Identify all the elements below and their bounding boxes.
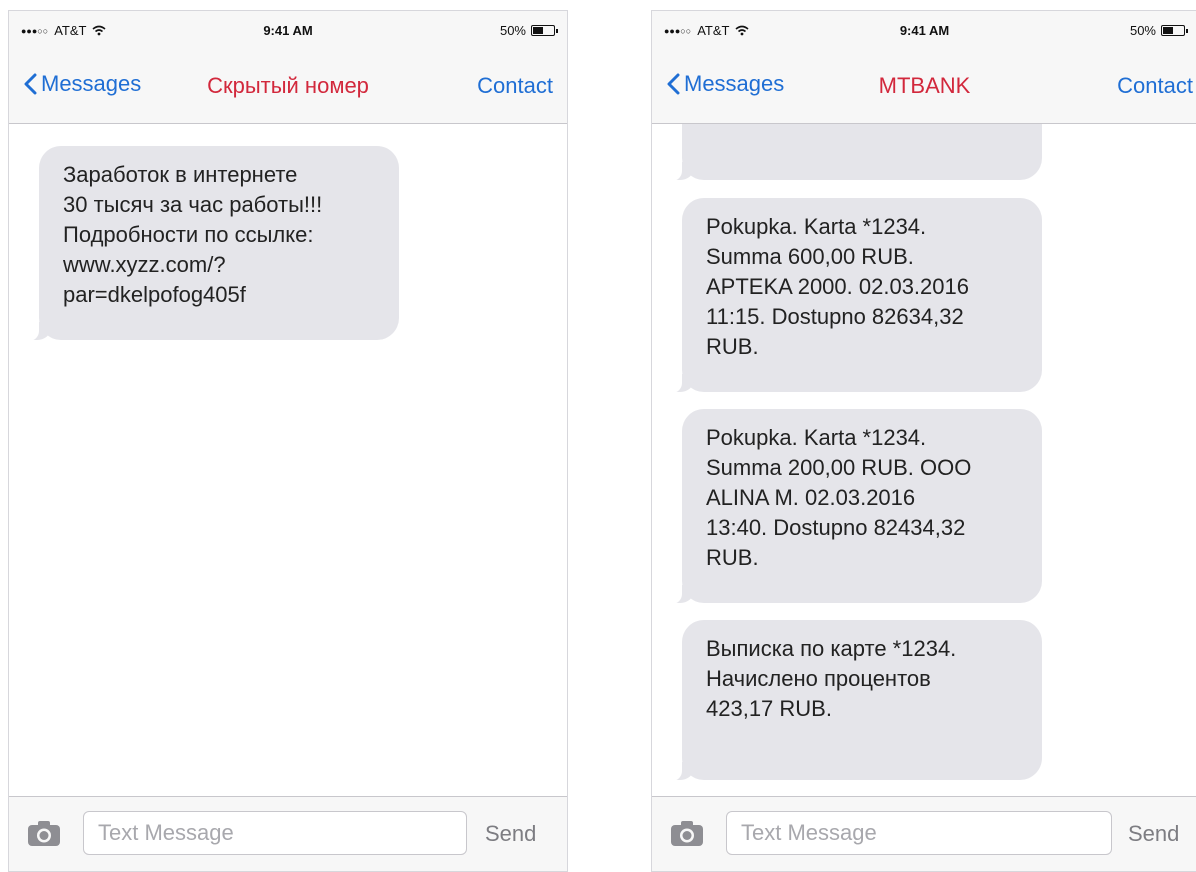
contact-button[interactable]: Contact	[1117, 73, 1193, 99]
message-bubble	[668, 124, 1042, 181]
message-bubble: Pokupka. Karta *1234. Summa 600,00 RUB. …	[668, 198, 1042, 393]
conversation-title: Скрытый номер	[207, 73, 369, 98]
carrier-label: AT&T	[697, 23, 730, 38]
battery-status: 50%	[1129, 23, 1188, 38]
wifi-icon	[92, 25, 106, 36]
status-bar: ●●●○○ AT&T 9:41 AM 50%	[9, 11, 567, 51]
chevron-left-icon	[667, 73, 680, 95]
message-input-bar: Send	[652, 796, 1196, 871]
carrier-label: AT&T	[54, 23, 87, 38]
back-button[interactable]: Messages	[666, 71, 784, 97]
camera-icon[interactable]	[27, 819, 61, 847]
message-thread[interactable]: Pokupka. Karta *1234. Summa 600,00 RUB. …	[652, 124, 1196, 797]
carrier-signal: ●●●○○ AT&T	[21, 23, 106, 38]
send-button[interactable]: Send	[1128, 821, 1179, 847]
back-label: Messages	[684, 71, 785, 96]
phone-screen-left: ●●●○○ AT&T 9:41 AM 50% Messages Скрытый …	[8, 10, 568, 872]
send-button[interactable]: Send	[485, 821, 536, 847]
back-button[interactable]: Messages	[23, 71, 141, 97]
message-input-bar: Send	[9, 796, 567, 871]
wifi-icon	[735, 25, 749, 36]
contact-button[interactable]: Contact	[477, 73, 553, 99]
battery-icon	[531, 25, 558, 36]
navigation-bar: Messages MTBANK Contact	[652, 51, 1196, 124]
battery-status: 50%	[499, 23, 558, 38]
message-bubble: Заработок в интернете 30 тысяч за час ра…	[25, 146, 399, 341]
back-label: Messages	[41, 71, 142, 96]
message-thread[interactable]: Заработок в интернете 30 тысяч за час ра…	[9, 124, 567, 797]
navigation-bar: Messages Скрытый номер Contact	[9, 51, 567, 124]
carrier-signal: ●●●○○ AT&T	[664, 23, 749, 38]
battery-icon	[1161, 25, 1188, 36]
text-message-input[interactable]	[83, 811, 467, 855]
clock: 9:41 AM	[263, 23, 313, 38]
message-bubble: Выписка по карте *1234. Начислено процен…	[668, 620, 1042, 781]
status-bar: ●●●○○ AT&T 9:41 AM 50%	[652, 11, 1196, 51]
conversation-title: MTBANK	[878, 73, 971, 98]
clock: 9:41 AM	[899, 23, 950, 38]
camera-icon[interactable]	[670, 819, 704, 847]
battery-percent: 50%	[1129, 23, 1156, 38]
signal-strength-icon: ●●●○○	[664, 25, 692, 36]
battery-percent: 50%	[499, 23, 526, 38]
message-bubble: Pokupka. Karta *1234. Summa 200,00 RUB. …	[668, 409, 1042, 604]
signal-strength-icon: ●●●○○	[21, 25, 49, 36]
chevron-left-icon	[24, 73, 37, 95]
text-message-input[interactable]	[726, 811, 1112, 855]
phone-screen-right: ●●●○○ AT&T 9:41 AM 50% Messages MTBANK C…	[651, 10, 1196, 872]
